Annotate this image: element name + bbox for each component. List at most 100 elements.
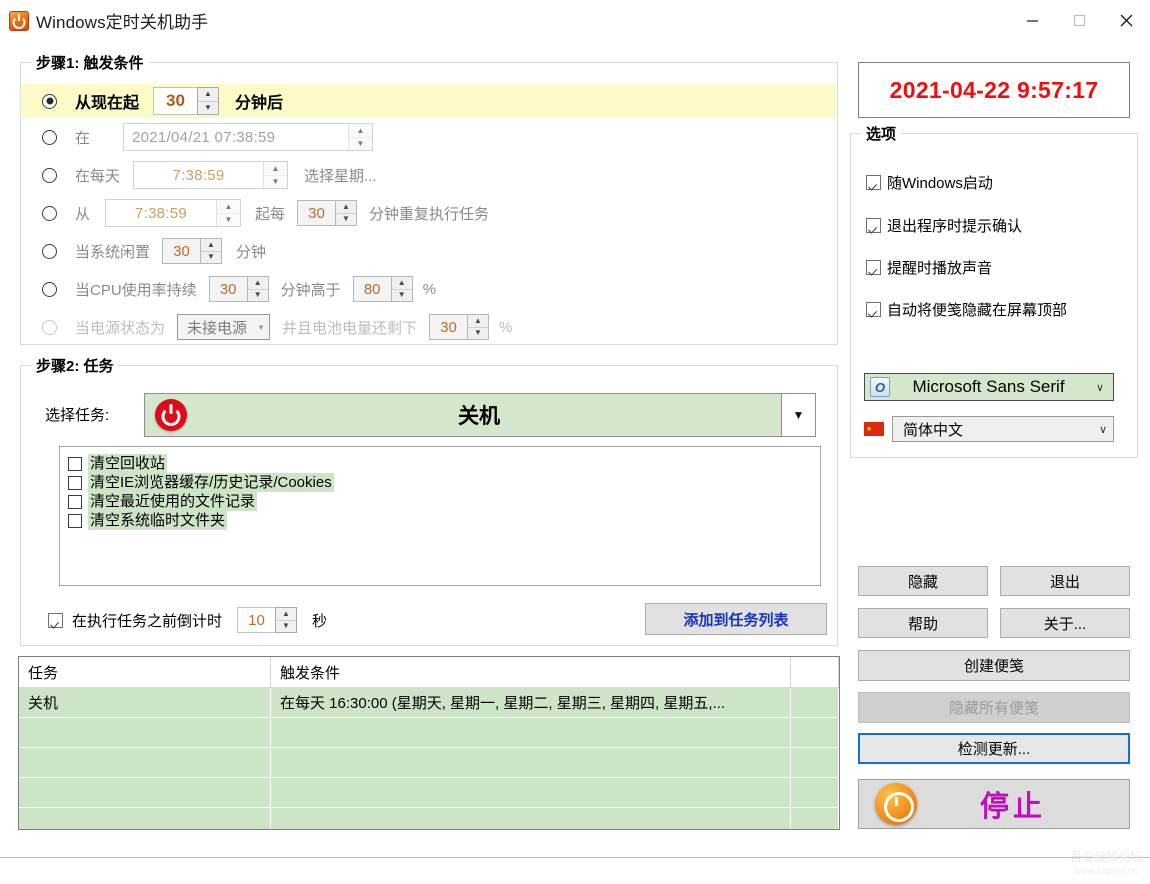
spinner-down-icon[interactable]: ▼ xyxy=(336,214,356,226)
option-start-with-windows[interactable]: 随Windows启动 xyxy=(866,172,993,193)
interval-minutes-spinner[interactable]: 30 ▲ ▼ xyxy=(297,200,358,226)
table-row[interactable]: 关机 在每天 16:30:00 (星期天, 星期一, 星期二, 星期三, 星期四… xyxy=(19,688,839,718)
select-weekday-link[interactable]: 选择星期... xyxy=(304,165,377,186)
daily-time-spinner[interactable]: ▲ ▼ xyxy=(263,162,287,188)
spinner-up-icon[interactable]: ▲ xyxy=(349,124,372,138)
idle-minutes-arrows[interactable]: ▲ ▼ xyxy=(200,238,223,264)
stop-button[interactable]: 停止 xyxy=(858,779,1130,829)
list-item[interactable]: 清空回收站 xyxy=(68,454,820,473)
spinner-down-icon[interactable]: ▼ xyxy=(264,176,287,189)
checkbox-confirm-on-exit[interactable] xyxy=(866,218,881,233)
trigger-row-from-now[interactable]: 从现在起 30 ▲ ▼ 分钟后 xyxy=(22,84,836,118)
trigger-row-idle[interactable]: 当系统闲置 30 ▲ ▼ 分钟 xyxy=(22,234,836,268)
spinner-up-icon[interactable]: ▲ xyxy=(198,88,219,102)
interval-minutes-arrows[interactable]: ▲ ▼ xyxy=(335,200,358,226)
exit-button[interactable]: 退出 xyxy=(1000,566,1130,596)
spinner-down-icon[interactable]: ▼ xyxy=(349,138,372,151)
datetime-picker[interactable]: 2021/04/21 07:38:59 ▲ ▼ xyxy=(123,123,373,151)
idle-minutes-spinner[interactable]: 30 ▲ ▼ xyxy=(162,238,223,264)
checkbox-play-sound[interactable] xyxy=(866,260,881,275)
font-select[interactable]: O Microsoft Sans Serif ∨ xyxy=(864,373,1114,401)
table-row[interactable] xyxy=(19,748,839,778)
battery-percent-arrows[interactable]: ▲ ▼ xyxy=(466,314,489,340)
option-auto-hide-notes[interactable]: 自动将便笺隐藏在屏幕顶部 xyxy=(866,299,1067,320)
trigger-row-daily[interactable]: 在每天 7:38:59 ▲ ▼ 选择星期... xyxy=(22,158,836,192)
chevron-down-icon[interactable]: ∨ xyxy=(1087,381,1113,394)
spinner-from-now-arrows[interactable]: ▲ ▼ xyxy=(197,87,220,115)
spinner-down-icon[interactable]: ▼ xyxy=(217,214,240,227)
spinner-down-icon[interactable]: ▼ xyxy=(392,290,412,302)
checkbox-clear-recent-files[interactable] xyxy=(68,494,82,509)
trigger-row-interval[interactable]: 从 7:38:59 ▲ ▼ 起每 30 ▲ ▼ 分钟重复执行任务 xyxy=(22,196,836,230)
spinner-up-icon[interactable]: ▲ xyxy=(201,239,222,252)
help-button[interactable]: 帮助 xyxy=(858,608,988,638)
spinner-up-icon[interactable]: ▲ xyxy=(276,608,297,621)
radio-idle[interactable] xyxy=(42,243,57,259)
daily-time-picker[interactable]: 7:38:59 ▲ ▼ xyxy=(133,161,288,189)
chevron-down-icon[interactable]: ▼ xyxy=(781,394,815,436)
checkbox-countdown[interactable] xyxy=(48,612,63,628)
task-table[interactable]: 任务 触发条件 关机 在每天 16:30:00 (星期天, 星期一, 星期二, … xyxy=(18,656,840,830)
add-to-task-list-button[interactable]: 添加到任务列表 xyxy=(645,603,827,635)
spinner-up-icon[interactable]: ▲ xyxy=(391,277,412,290)
radio-from-now[interactable] xyxy=(42,93,57,109)
spinner-up-icon[interactable]: ▲ xyxy=(467,315,488,328)
language-select[interactable]: ★ 简体中文 ∨ xyxy=(864,416,1114,442)
interval-start-time[interactable]: 7:38:59 ▲ ▼ xyxy=(105,199,241,227)
checkbox-start-with-windows[interactable] xyxy=(866,175,881,190)
spinner-down-icon[interactable]: ▼ xyxy=(201,252,221,264)
spinner-down-icon[interactable]: ▼ xyxy=(276,621,296,633)
hide-button[interactable]: 隐藏 xyxy=(858,566,988,596)
table-header-extra xyxy=(791,657,839,687)
trigger-row-at-datetime[interactable]: 在 2021/04/21 07:38:59 ▲ ▼ xyxy=(22,120,836,154)
spinner-from-now-minutes[interactable]: 30 ▲ ▼ xyxy=(153,87,220,115)
countdown-row[interactable]: 在执行任务之前倒计时 10 ▲ ▼ 秒 xyxy=(48,607,327,633)
countdown-seconds-spinner[interactable]: 10 ▲ ▼ xyxy=(237,607,298,633)
radio-power[interactable] xyxy=(42,319,57,335)
spinner-up-icon[interactable]: ▲ xyxy=(247,277,268,290)
table-row[interactable] xyxy=(19,808,839,829)
table-row[interactable] xyxy=(19,778,839,808)
checkbox-clear-temp-folder[interactable] xyxy=(68,513,82,528)
spinner-down-icon[interactable]: ▼ xyxy=(248,290,268,302)
language-select-box[interactable]: 简体中文 ∨ xyxy=(892,416,1114,442)
datetime-spinner[interactable]: ▲ ▼ xyxy=(348,124,372,150)
radio-at-datetime[interactable] xyxy=(42,129,57,145)
countdown-seconds-arrows[interactable]: ▲ ▼ xyxy=(275,607,298,633)
spinner-up-icon[interactable]: ▲ xyxy=(264,162,287,176)
cpu-percent-spinner[interactable]: 80 ▲ ▼ xyxy=(352,276,413,302)
checkbox-auto-hide-notes[interactable] xyxy=(866,302,881,317)
radio-daily[interactable] xyxy=(42,167,57,183)
list-item[interactable]: 清空最近使用的文件记录 xyxy=(68,492,820,511)
cpu-percent-arrows[interactable]: ▲ ▼ xyxy=(390,276,413,302)
radio-cpu[interactable] xyxy=(42,281,57,297)
trigger-row-cpu[interactable]: 当CPU使用率持续 30 ▲ ▼ 分钟高于 80 ▲ ▼ % xyxy=(22,272,836,306)
cpu-minutes-spinner[interactable]: 30 ▲ ▼ xyxy=(208,276,269,302)
spinner-up-icon[interactable]: ▲ xyxy=(336,201,357,214)
option-confirm-on-exit[interactable]: 退出程序时提示确认 xyxy=(866,215,1022,236)
spinner-down-icon[interactable]: ▼ xyxy=(468,328,488,340)
interval-start-spinner[interactable]: ▲ ▼ xyxy=(216,200,240,226)
maximize-button[interactable] xyxy=(1056,0,1103,41)
minimize-button[interactable] xyxy=(1009,0,1056,41)
radio-interval[interactable] xyxy=(42,205,57,221)
trigger-row-power[interactable]: 当电源状态为 未接电源 ▼ 并且电池电量还剩下 30 ▲ ▼ % xyxy=(22,310,836,344)
about-button[interactable]: 关于... xyxy=(1000,608,1130,638)
spinner-up-icon[interactable]: ▲ xyxy=(217,200,240,214)
checkbox-empty-recycle-bin[interactable] xyxy=(68,456,82,471)
cpu-minutes-arrows[interactable]: ▲ ▼ xyxy=(246,276,269,302)
power-state-dropdown[interactable]: 未接电源 ▼ xyxy=(177,314,270,340)
close-button[interactable] xyxy=(1103,0,1150,41)
option-play-sound[interactable]: 提醒时播放声音 xyxy=(866,257,992,278)
task-combobox[interactable]: 关机 ▼ xyxy=(144,393,816,437)
task-options-list[interactable]: 清空回收站 清空IE浏览器缓存/历史记录/Cookies 清空最近使用的文件记录… xyxy=(59,446,821,586)
checkbox-clear-ie-cache[interactable] xyxy=(68,475,82,490)
list-item[interactable]: 清空系统临时文件夹 xyxy=(68,511,820,530)
list-item[interactable]: 清空IE浏览器缓存/历史记录/Cookies xyxy=(68,473,820,492)
chevron-down-icon[interactable]: ∨ xyxy=(1099,423,1107,436)
create-note-button[interactable]: 创建便笺 xyxy=(858,650,1130,681)
check-update-button[interactable]: 检测更新... xyxy=(858,733,1130,764)
battery-percent-spinner[interactable]: 30 ▲ ▼ xyxy=(428,314,489,340)
spinner-down-icon[interactable]: ▼ xyxy=(198,102,218,115)
table-row[interactable] xyxy=(19,718,839,748)
